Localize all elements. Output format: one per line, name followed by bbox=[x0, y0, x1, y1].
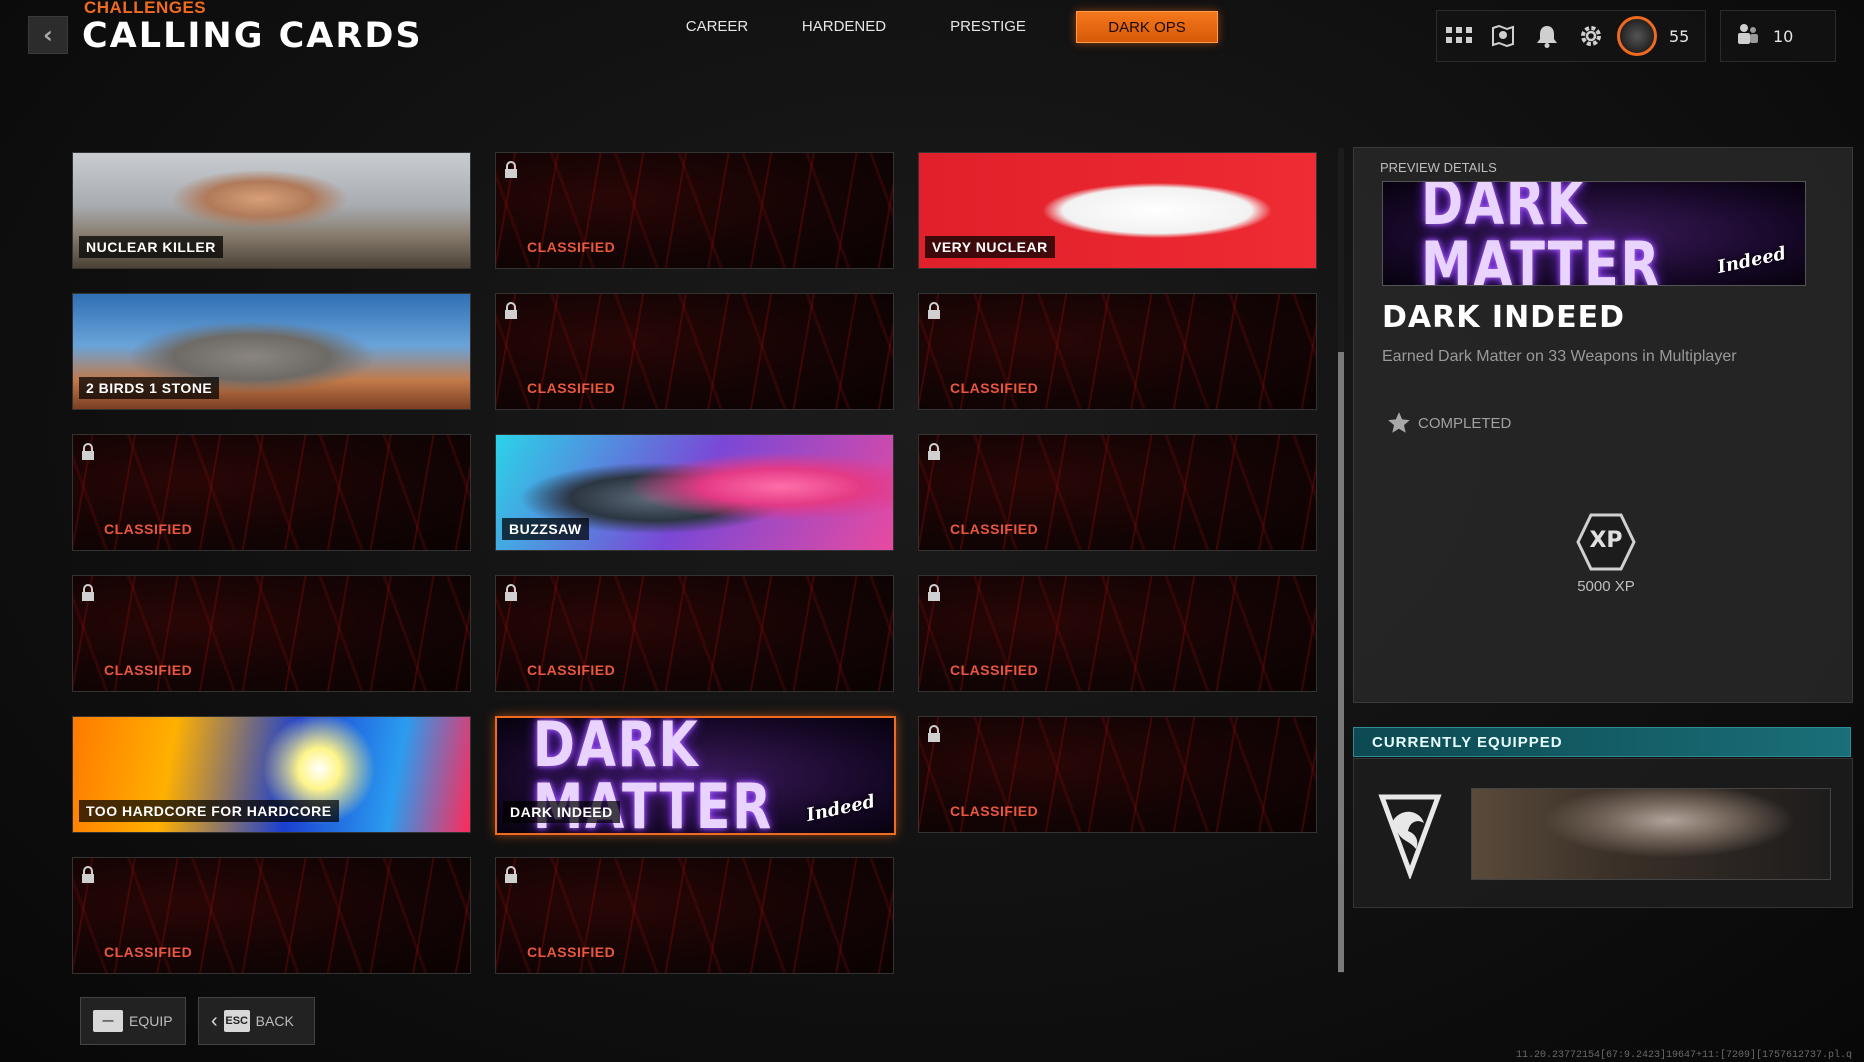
calling-card[interactable]: CLASSIFIED bbox=[72, 575, 471, 692]
gear-icon[interactable] bbox=[1569, 11, 1613, 61]
calling-card-label: VERY NUCLEAR bbox=[925, 236, 1055, 258]
lock-icon bbox=[504, 161, 518, 183]
scrollbar-track[interactable] bbox=[1338, 148, 1344, 973]
lock-icon bbox=[504, 584, 518, 606]
build-version: 11.20.23772154[67:9.2423]19647+11:[7209]… bbox=[1516, 1050, 1853, 1061]
chevron-left-icon: ‹ bbox=[43, 21, 53, 49]
calling-card[interactable]: VERY NUCLEAR bbox=[918, 152, 1317, 269]
tab-dark-ops[interactable]: DARK OPS bbox=[1076, 11, 1218, 43]
map-icon[interactable] bbox=[1481, 11, 1525, 61]
xp-amount: 5000 XP bbox=[1577, 578, 1635, 595]
calling-card-label: CLASSIFIED bbox=[104, 944, 193, 960]
equip-label: EQUIP bbox=[129, 1013, 173, 1029]
calling-card[interactable]: BUZZSAW bbox=[495, 434, 894, 551]
calling-card[interactable]: CLASSIFIED bbox=[495, 857, 894, 974]
xp-badge: XP bbox=[1576, 513, 1636, 571]
lock-icon bbox=[927, 584, 941, 606]
calling-card-label: CLASSIFIED bbox=[104, 662, 193, 678]
back-label: BACK bbox=[255, 1013, 294, 1029]
calling-card-label: DARK INDEED bbox=[503, 801, 620, 823]
currently-equipped-header: CURRENTLY EQUIPPED bbox=[1353, 727, 1851, 757]
calling-card-label: CLASSIFIED bbox=[104, 521, 193, 537]
lock-icon bbox=[927, 725, 941, 747]
equip-button[interactable]: — EQUIP bbox=[80, 997, 186, 1045]
preview-description: Earned Dark Matter on 33 Weapons in Mult… bbox=[1382, 348, 1737, 365]
calling-card[interactable]: CLASSIFIED bbox=[495, 575, 894, 692]
calling-card[interactable]: CLASSIFIED bbox=[918, 293, 1317, 410]
calling-card-label: CLASSIFIED bbox=[527, 662, 616, 678]
equipped-emblem[interactable] bbox=[1374, 789, 1446, 881]
calling-card-label: TOO HARDCORE FOR HARDCORE bbox=[79, 800, 339, 822]
equipped-calling-card[interactable] bbox=[1471, 788, 1831, 880]
preview-card-image: DARK MATTER Indeed bbox=[1382, 181, 1806, 286]
tab-career[interactable]: CAREER bbox=[660, 10, 774, 42]
friends-count: 10 bbox=[1773, 26, 1794, 46]
preview-panel: PREVIEW DETAILS DARK MATTER Indeed DARK … bbox=[1353, 147, 1853, 703]
calling-card[interactable]: 2 BIRDS 1 STONE bbox=[72, 293, 471, 410]
card-art-text: DARK MATTER bbox=[1420, 181, 1662, 286]
calling-card-label: CLASSIFIED bbox=[950, 521, 1039, 537]
back-chevron-button[interactable]: ‹ bbox=[28, 16, 68, 54]
completion-status: COMPLETED bbox=[1386, 410, 1511, 436]
tab-bar: CAREER HARDENED PRESTIGE DARK OPS bbox=[660, 10, 1218, 43]
star-icon bbox=[1388, 412, 1410, 433]
status-label: COMPLETED bbox=[1418, 414, 1512, 432]
tab-hardened[interactable]: HARDENED bbox=[774, 10, 914, 42]
lock-icon bbox=[504, 866, 518, 888]
calling-card-label: BUZZSAW bbox=[502, 518, 589, 540]
spacebar-key-icon: — bbox=[93, 1010, 123, 1032]
page-title: CALLING CARDS bbox=[82, 16, 423, 56]
calling-card-label: CLASSIFIED bbox=[527, 380, 616, 396]
calling-card[interactable]: TOO HARDCORE FOR HARDCORE bbox=[72, 716, 471, 833]
player-avatar[interactable] bbox=[1617, 16, 1657, 56]
calling-card[interactable]: DARK MATTER Indeed DARK INDEED bbox=[495, 716, 896, 835]
calling-card[interactable]: CLASSIFIED bbox=[918, 434, 1317, 551]
lock-icon bbox=[81, 584, 95, 606]
esc-key-icon: ESC bbox=[223, 1010, 250, 1032]
calling-card[interactable]: NUCLEAR KILLER bbox=[72, 152, 471, 269]
calling-card[interactable]: CLASSIFIED bbox=[72, 857, 471, 974]
chevron-left-icon: ‹ bbox=[211, 1009, 218, 1032]
xp-badge-label: XP bbox=[1589, 528, 1623, 553]
friends-icon bbox=[1735, 22, 1759, 50]
lock-icon bbox=[927, 443, 941, 465]
lock-icon bbox=[81, 866, 95, 888]
calling-card-label: NUCLEAR KILLER bbox=[79, 236, 223, 258]
calling-card[interactable]: CLASSIFIED bbox=[918, 575, 1317, 692]
preview-header: PREVIEW DETAILS bbox=[1380, 160, 1497, 175]
player-level: 55 bbox=[1669, 26, 1690, 46]
grid-icon[interactable] bbox=[1437, 11, 1481, 61]
top-right-toolbar: 55 bbox=[1436, 10, 1706, 62]
preview-title: DARK INDEED bbox=[1382, 300, 1625, 335]
calling-card-label: CLASSIFIED bbox=[950, 803, 1039, 819]
bell-icon[interactable] bbox=[1525, 11, 1569, 61]
calling-card-label: CLASSIFIED bbox=[527, 944, 616, 960]
calling-card[interactable]: CLASSIFIED bbox=[495, 152, 894, 269]
calling-card[interactable]: CLASSIFIED bbox=[495, 293, 894, 410]
tab-prestige[interactable]: PRESTIGE bbox=[922, 10, 1054, 42]
calling-card-label: CLASSIFIED bbox=[950, 380, 1039, 396]
calling-card[interactable]: CLASSIFIED bbox=[918, 716, 1317, 833]
back-button[interactable]: ‹ ESC BACK bbox=[198, 997, 315, 1045]
scrollbar-thumb[interactable] bbox=[1338, 352, 1344, 972]
lock-icon bbox=[927, 302, 941, 324]
currently-equipped-panel bbox=[1353, 758, 1853, 908]
calling-card-label: CLASSIFIED bbox=[527, 239, 616, 255]
calling-card-grid: NUCLEAR KILLER CLASSIFIED VERY NUCLEAR 2 BI… bbox=[72, 152, 1317, 974]
lock-icon bbox=[81, 443, 95, 465]
calling-card-label: CLASSIFIED bbox=[950, 662, 1039, 678]
lock-icon bbox=[504, 302, 518, 324]
calling-card[interactable]: CLASSIFIED bbox=[72, 434, 471, 551]
calling-card-label: 2 BIRDS 1 STONE bbox=[79, 377, 220, 399]
friends-button[interactable]: 10 bbox=[1720, 10, 1836, 62]
